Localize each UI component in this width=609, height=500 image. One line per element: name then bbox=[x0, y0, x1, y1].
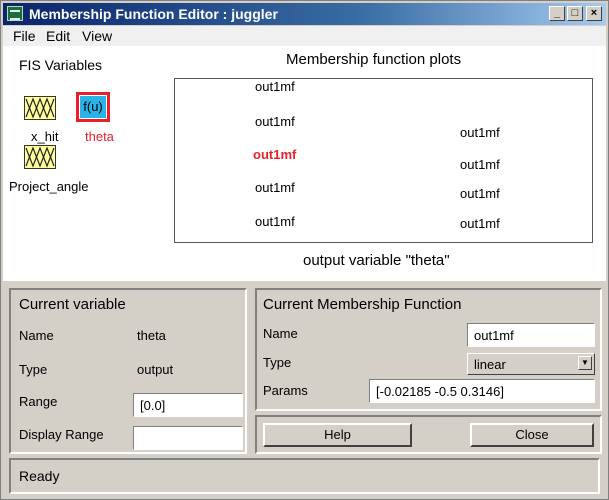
title-bar[interactable]: Membership Function Editor : juggler _ □… bbox=[3, 3, 606, 25]
input-label-project-angle: Project_angle bbox=[9, 179, 89, 194]
close-button[interactable]: Close bbox=[470, 423, 594, 447]
status-text: Ready bbox=[19, 468, 60, 484]
status-bar: Ready bbox=[9, 458, 600, 494]
display-range-input[interactable] bbox=[133, 426, 243, 450]
buttons-group: Help Close bbox=[255, 415, 602, 454]
menu-edit[interactable]: Edit bbox=[46, 28, 70, 44]
params-label: Params bbox=[263, 383, 308, 398]
minimize-icon[interactable]: _ bbox=[549, 6, 565, 21]
display-range-label: Display Range bbox=[19, 427, 104, 442]
maximize-icon[interactable]: □ bbox=[567, 6, 583, 21]
menu-file[interactable]: File bbox=[13, 28, 36, 44]
output-variable-caption: output variable "theta" bbox=[303, 252, 450, 269]
mf-label[interactable]: out1mf bbox=[255, 114, 295, 129]
mf-label[interactable]: out1mf bbox=[255, 214, 295, 229]
mf-label[interactable]: out1mf bbox=[460, 125, 500, 140]
mf-type-value: linear bbox=[474, 357, 506, 372]
membership-plot-area[interactable]: out1mf out1mf out1mf out1mf out1mf out1m… bbox=[174, 78, 593, 243]
menu-view[interactable]: View bbox=[82, 28, 112, 44]
current-variable-title: Current variable bbox=[19, 296, 126, 313]
lower-panel: Current variable Name theta Type output … bbox=[3, 281, 606, 499]
input-label-x-hit: x_hit bbox=[31, 129, 59, 144]
current-mf-title: Current Membership Function bbox=[263, 296, 462, 313]
membership-curves-icon bbox=[25, 146, 55, 168]
variable-name-value: theta bbox=[137, 328, 166, 343]
mf-editor-window: Membership Function Editor : juggler _ □… bbox=[0, 0, 609, 500]
mf-name-input[interactable]: out1mf bbox=[467, 323, 595, 347]
plots-title: Membership function plots bbox=[286, 51, 462, 68]
mf-label[interactable]: out1mf bbox=[460, 216, 500, 231]
close-icon[interactable]: × bbox=[586, 6, 602, 21]
mf-label[interactable]: out1mf bbox=[255, 180, 295, 195]
input-variable-icon-x-hit[interactable] bbox=[24, 96, 56, 120]
mf-type-label: Type bbox=[263, 355, 292, 370]
output-variable-icon-theta[interactable]: f(u) bbox=[76, 92, 110, 122]
input-variable-icon-project-angle[interactable] bbox=[24, 145, 56, 169]
fis-variables-title: FIS Variables bbox=[19, 57, 102, 73]
mf-label-selected[interactable]: out1mf bbox=[253, 147, 296, 162]
window-title: Membership Function Editor : juggler bbox=[29, 6, 278, 22]
app-icon bbox=[7, 6, 23, 21]
params-input[interactable]: [-0.02185 -0.5 0.3146] bbox=[369, 379, 595, 403]
mf-name-label: Name bbox=[263, 326, 298, 341]
upper-panel: FIS Variables x_hit f(u) theta Project_a… bbox=[3, 46, 606, 281]
output-label-theta: theta bbox=[85, 129, 114, 144]
variable-type-label: Type bbox=[19, 362, 48, 377]
menu-bar: File Edit View bbox=[3, 26, 606, 46]
mf-label[interactable]: out1mf bbox=[460, 186, 500, 201]
fu-label: f(u) bbox=[80, 96, 106, 118]
chevron-down-icon[interactable]: ▼ bbox=[578, 356, 592, 370]
mf-type-select[interactable]: linear ▼ bbox=[467, 353, 595, 375]
help-button[interactable]: Help bbox=[263, 423, 412, 447]
current-variable-group: Current variable Name theta Type output … bbox=[9, 288, 247, 454]
current-mf-group: Current Membership Function Name out1mf … bbox=[255, 288, 602, 411]
mf-label[interactable]: out1mf bbox=[255, 79, 295, 94]
mf-label[interactable]: out1mf bbox=[460, 157, 500, 172]
membership-curves-icon bbox=[25, 97, 55, 119]
variable-name-label: Name bbox=[19, 328, 54, 343]
range-label: Range bbox=[19, 394, 58, 409]
range-input[interactable]: [0.0] bbox=[133, 393, 243, 417]
variable-type-value: output bbox=[137, 362, 174, 377]
